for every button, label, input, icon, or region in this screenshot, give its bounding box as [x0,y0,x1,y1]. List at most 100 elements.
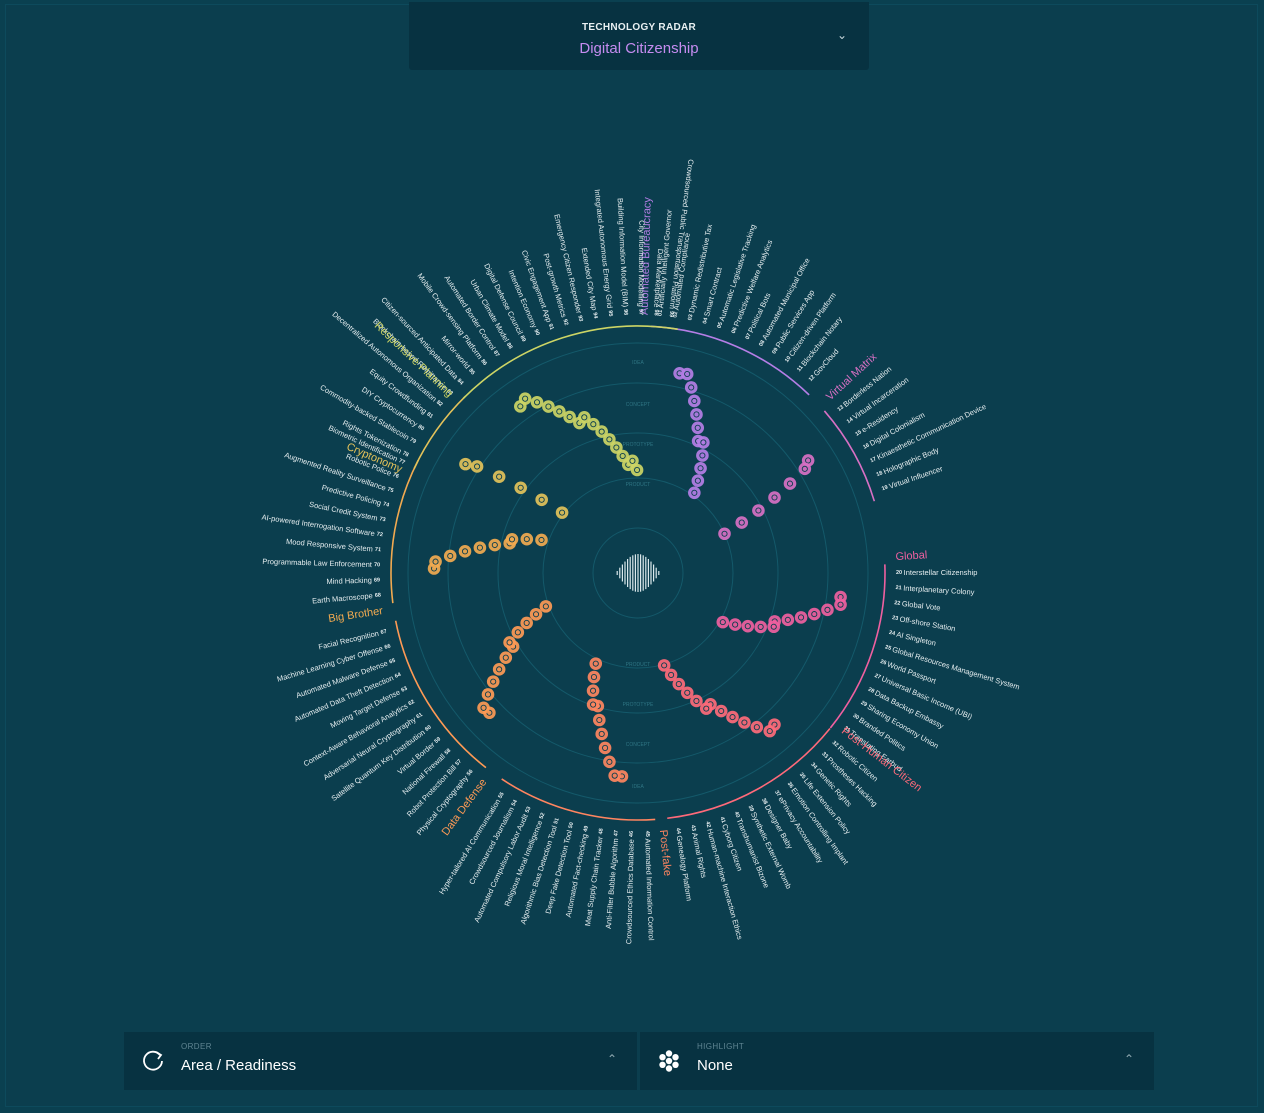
ring-label: IDEA [632,360,644,366]
item-number: 49 [583,825,590,832]
chevron-up-icon[interactable]: ⌃ [1124,1052,1134,1066]
blip [754,620,767,634]
item-number: 71 [375,547,382,554]
blip [735,516,749,529]
blip [520,616,533,630]
ring-label: PRODUCT [626,482,651,488]
item-label: 43 Animal Rights [688,824,708,879]
blip [595,727,609,741]
blip [587,670,601,684]
item-number: 74 [382,502,390,510]
item-number: 62 [408,699,416,707]
flower-dots-icon [659,1050,679,1072]
item-number: 96 [622,309,628,315]
item-text: AI Singleton [896,630,937,648]
blip [608,769,621,782]
item-label: 45 Automated Information Control [643,831,656,941]
item-number: 93 [576,315,583,322]
item-text: Genealogy Platform [675,835,694,902]
order-control[interactable]: ORDER Area / Readiness ⌃ [124,1032,637,1090]
item-label: Programmable Law Enforcement 70 [262,557,380,569]
item-label: 42 Human-machine Interaction Ethics [703,820,744,940]
blip [688,486,701,500]
item-text: Animal Rights [690,832,709,879]
item-label: Building Information Model (BIM) 96 [616,198,631,316]
ring-label: CONCEPT [626,402,650,408]
blip [542,400,555,413]
item-number: 46 [629,831,635,837]
blip [781,613,795,627]
ring-label: CONCEPT [626,742,650,748]
item-number: 53 [525,806,533,814]
blip [691,421,705,435]
item-text: Automated Information Control [643,838,656,941]
item-text: Anti-Filter Bubble Algorithm [604,836,621,929]
blip [699,702,713,715]
item-label: 21 Interplanetary Colony [895,583,975,597]
sector-arc [829,564,886,729]
item-text: Mind Hacking [326,576,374,586]
item-text: Off-shore Station [899,614,956,633]
item-number: 52 [539,812,547,820]
blip [807,607,821,621]
blip [520,532,534,546]
blip [798,462,812,476]
blip [714,704,728,718]
blip [481,688,495,701]
blip [486,675,500,688]
highlight-label: HIGHLIGHT [697,1042,745,1051]
item-text: Earth Macroscope [312,591,375,605]
item-number: 92 [561,319,568,327]
item-label: Mind Hacking 69 [326,575,380,586]
item-number: 91 [546,323,554,331]
blip [518,392,532,405]
radar-chart: PRODUCT PRODUCT PROTOTYPE PROTOTYPE CONCEPT C… [261,159,1021,945]
blip [589,657,603,670]
item-number: 89 [518,335,526,343]
blip [488,538,502,552]
blip [555,506,569,519]
blip [530,395,544,409]
blip [696,449,709,462]
blip [741,619,755,633]
item-label: Decentralized Autonomous Organization 82 [330,310,444,409]
item-number: 95 [606,310,613,317]
item-number: 50 [568,822,575,829]
item-text: Human-machine Interaction Ethics [705,828,744,941]
blip [503,636,516,649]
item-number: 68 [375,593,382,600]
highlight-control[interactable]: HIGHLIGHT None ⌃ [640,1032,1154,1090]
item-number: 99 [667,311,674,318]
item-text: Global Vote [901,599,941,612]
radar-logo-icon [616,554,660,592]
item-label: City Information Modelling 97 [636,220,646,315]
blip [716,615,730,629]
item-text: Building Information Model (BIM) [616,198,630,310]
chevron-up-icon[interactable]: ⌃ [607,1052,617,1066]
sector-arc [390,459,419,604]
blip [691,474,705,488]
blip [593,713,606,727]
item-text: City Information Modelling [637,220,647,309]
item-text: Interstellar Citizenship [904,568,978,577]
blip [470,460,484,473]
ring-label: PROTOTYPE [623,702,654,708]
item-label: Mood Responsive System 71 [286,537,382,554]
item-label: Earth Macroscope 68 [312,590,382,605]
item-number: 78 [401,451,409,459]
item-number: 72 [376,532,383,539]
item-number: 45 [644,831,650,839]
blip [763,724,777,738]
blip [657,659,671,672]
blip [738,716,751,729]
highlight-value: None [697,1057,733,1074]
sector-name: Big Brother [328,605,385,625]
blip [473,541,487,554]
item-text: Crowdsourced Ethics Database [624,837,636,944]
item-number: 65 [389,658,397,666]
blip [535,493,548,507]
blip [768,491,781,504]
item-number: 79 [408,437,416,445]
blip [794,611,808,624]
blip [539,600,553,613]
